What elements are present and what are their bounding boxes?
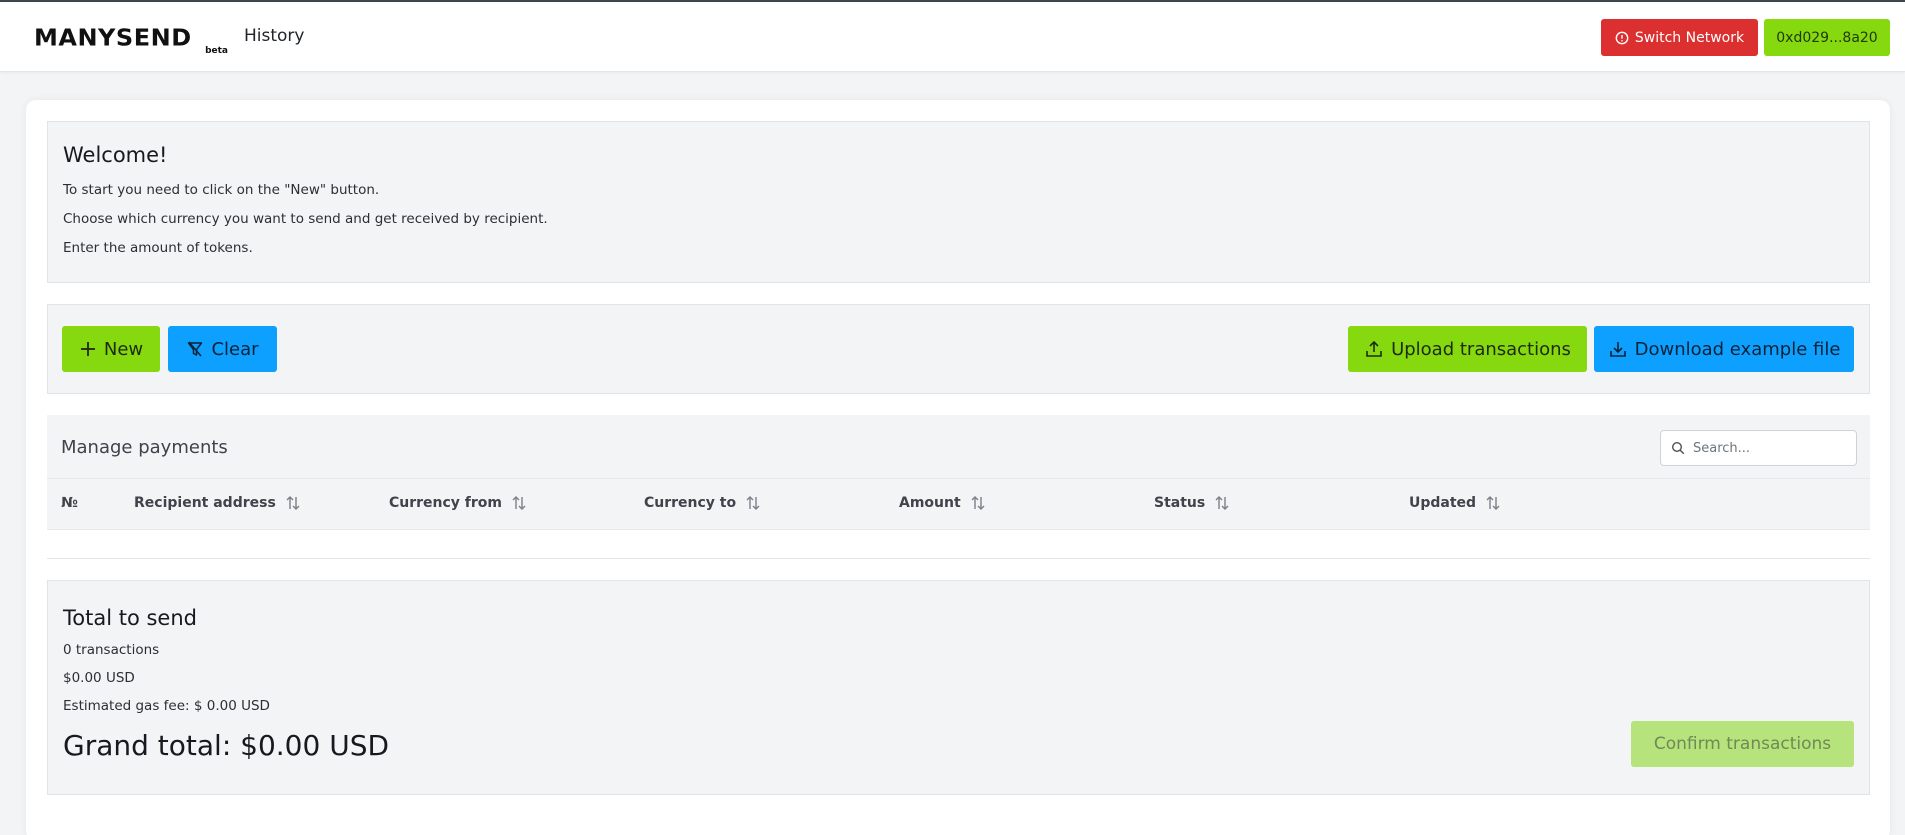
switch-network-label: Switch Network <box>1634 29 1745 46</box>
column-header-status[interactable]: Status <box>1154 495 1230 511</box>
gas-fee-estimate: Estimated gas fee: $ 0.00 USD <box>63 698 270 714</box>
download-example-button[interactable]: Download example file <box>1594 326 1854 372</box>
column-header-label: Amount <box>899 495 961 511</box>
upload-transactions-button[interactable]: Upload transactions <box>1348 326 1587 372</box>
logo-beta-badge: beta <box>205 46 228 56</box>
welcome-line: Choose which currency you want to send a… <box>63 211 548 227</box>
column-header-number: № <box>61 495 78 511</box>
manage-payments-panel: Manage payments № Recipient address Curr… <box>47 415 1870 530</box>
alert-circle-icon <box>1615 31 1629 45</box>
welcome-panel: Welcome! To start you need to click on t… <box>47 121 1870 283</box>
grand-total: Grand total: $0.00 USD <box>63 729 390 762</box>
sort-arrows-icon[interactable] <box>745 495 761 511</box>
column-header-recipient-address[interactable]: Recipient address <box>134 495 301 511</box>
total-panel: Total to send 0 transactions $0.00 USD E… <box>47 580 1870 795</box>
sort-arrows-icon[interactable] <box>970 495 986 511</box>
table-divider <box>47 558 1870 559</box>
welcome-title: Welcome! <box>63 143 168 167</box>
search-icon <box>1671 441 1685 455</box>
column-header-currency-from[interactable]: Currency from <box>389 495 527 511</box>
clear-button[interactable]: Clear <box>168 326 277 372</box>
clear-button-label: Clear <box>211 338 259 360</box>
column-header-label: Currency from <box>389 495 503 511</box>
nav-link-history[interactable]: History <box>244 26 304 46</box>
payments-table-header: № Recipient address Currency from Curren… <box>47 478 1870 530</box>
total-usd: $0.00 USD <box>63 670 135 686</box>
switch-network-button[interactable]: Switch Network <box>1601 19 1758 56</box>
new-button[interactable]: New <box>62 326 160 372</box>
welcome-line: Enter the amount of tokens. <box>63 240 253 256</box>
search-box[interactable] <box>1660 430 1857 466</box>
sort-arrows-icon[interactable] <box>285 495 301 511</box>
filter-off-icon <box>186 340 204 358</box>
column-header-amount[interactable]: Amount <box>899 495 986 511</box>
upload-icon <box>1364 339 1384 359</box>
download-icon <box>1608 339 1628 359</box>
manysend-logo[interactable]: MANYSEND beta <box>34 24 228 58</box>
column-header-label: Status <box>1154 495 1206 511</box>
welcome-line: To start you need to click on the "New" … <box>63 182 380 198</box>
column-header-label: Recipient address <box>134 495 276 511</box>
wallet-address-button[interactable]: 0xd029...8a20 <box>1764 19 1890 56</box>
new-button-label: New <box>103 338 144 360</box>
column-header-currency-to[interactable]: Currency to <box>644 495 761 511</box>
sort-arrows-icon[interactable] <box>1214 495 1230 511</box>
confirm-transactions-button[interactable]: Confirm transactions <box>1631 721 1854 767</box>
column-header-label: № <box>61 495 78 511</box>
total-title: Total to send <box>63 606 197 630</box>
manage-payments-title: Manage payments <box>61 437 228 458</box>
column-header-updated[interactable]: Updated <box>1409 495 1501 511</box>
plus-icon <box>79 340 97 358</box>
sort-arrows-icon[interactable] <box>1485 495 1501 511</box>
column-header-label: Currency to <box>644 495 737 511</box>
logo-text: MANYSEND <box>34 24 192 52</box>
transaction-count: 0 transactions <box>63 642 160 658</box>
upload-transactions-label: Upload transactions <box>1391 338 1571 360</box>
sort-arrows-icon[interactable] <box>511 495 527 511</box>
column-header-label: Updated <box>1409 495 1477 511</box>
download-example-label: Download example file <box>1634 338 1841 360</box>
search-input[interactable] <box>1693 440 1843 456</box>
